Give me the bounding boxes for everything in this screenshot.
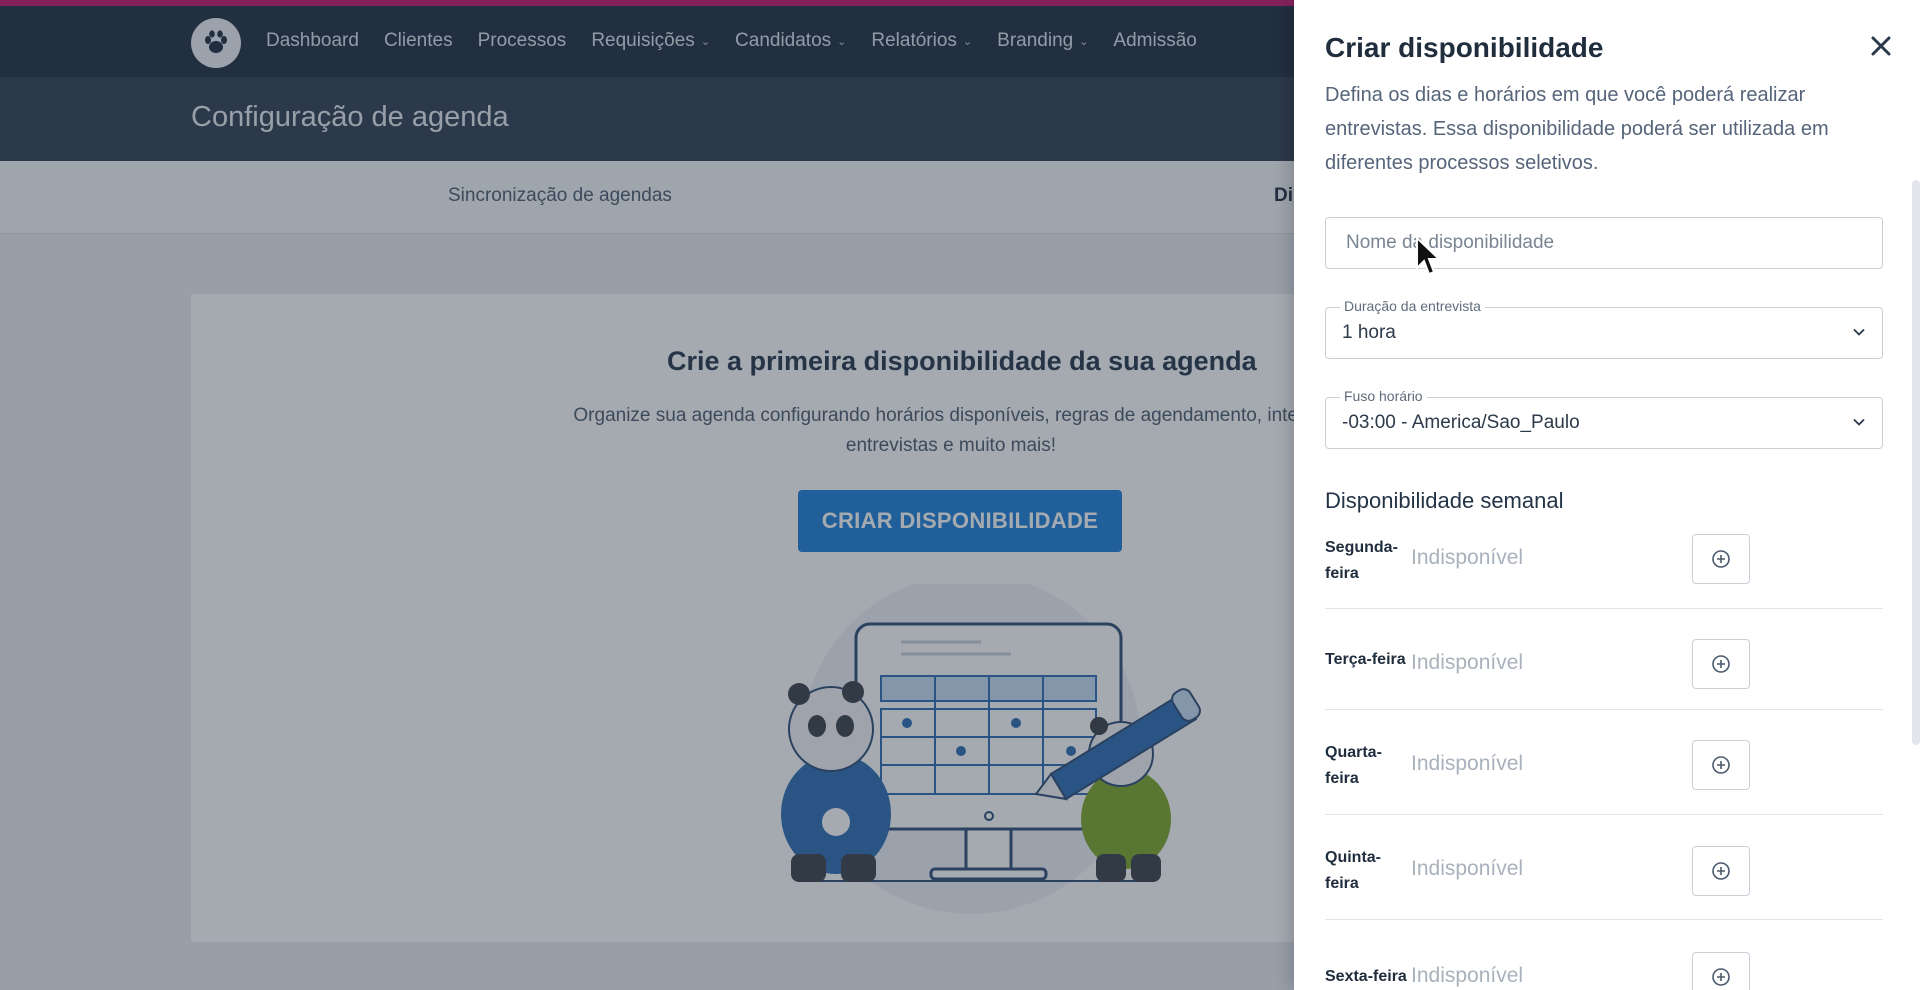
add-circle-icon xyxy=(1712,655,1730,673)
day-name-tuesday: Terça-feira xyxy=(1325,651,1406,668)
add-interval-button-friday[interactable] xyxy=(1692,952,1750,990)
day-row-thursday: Quinta- feira Indisponível xyxy=(1325,815,1883,920)
day-row-wednesday: Quarta- feira Indisponível xyxy=(1325,710,1883,815)
day-row-friday: Sexta-feira Indisponível xyxy=(1325,920,1883,990)
day-status: Indisponível xyxy=(1411,752,1524,775)
day-name-monday: Segunda- feira xyxy=(1325,539,1398,582)
drawer-description: Defina os dias e horários em que você po… xyxy=(1325,84,1829,174)
add-circle-icon xyxy=(1712,550,1730,568)
add-circle-icon xyxy=(1712,756,1730,774)
timezone-select[interactable]: Fuso horário -03:00 - America/Sao_Paulo xyxy=(1325,388,1883,449)
day-status: Indisponível xyxy=(1411,857,1524,880)
day-name-wednesday: Quarta- feira xyxy=(1325,744,1382,787)
day-status: Indisponível xyxy=(1411,651,1524,674)
create-availability-drawer: Criar disponibilidade Defina os dias e h… xyxy=(1294,0,1920,990)
day-name-friday: Sexta-feira xyxy=(1325,968,1407,985)
weekly-availability-title: Disponibilidade semanal xyxy=(1325,488,1564,513)
close-icon[interactable] xyxy=(1865,30,1897,62)
duration-label: Duração da entrevista xyxy=(1340,298,1485,314)
add-interval-button-thursday[interactable] xyxy=(1692,846,1750,896)
timezone-value: -03:00 - America/Sao_Paulo xyxy=(1342,412,1580,433)
add-circle-icon xyxy=(1712,968,1730,986)
duration-select[interactable]: Duração da entrevista 1 hora xyxy=(1325,298,1883,359)
add-interval-button-wednesday[interactable] xyxy=(1692,740,1750,790)
add-interval-button-tuesday[interactable] xyxy=(1692,639,1750,689)
day-status: Indisponível xyxy=(1411,964,1524,987)
day-status: Indisponível xyxy=(1411,546,1524,569)
add-circle-icon xyxy=(1712,862,1730,880)
availability-name-field xyxy=(1325,217,1883,269)
chevron-down-icon xyxy=(1853,418,1865,426)
day-row-monday: Segunda- feira Indisponível xyxy=(1325,532,1883,609)
day-name-thursday: Quinta- feira xyxy=(1325,849,1381,892)
mouse-cursor-icon xyxy=(1416,236,1442,276)
day-row-tuesday: Terça-feira Indisponível xyxy=(1325,609,1883,710)
drawer-scrollbar[interactable] xyxy=(1912,180,1920,745)
duration-value: 1 hora xyxy=(1342,322,1396,343)
availability-name-input[interactable] xyxy=(1326,218,1882,268)
drawer-title: Criar disponibilidade xyxy=(1325,32,1604,63)
timezone-label: Fuso horário xyxy=(1340,388,1427,404)
add-interval-button-monday[interactable] xyxy=(1692,534,1750,584)
chevron-down-icon xyxy=(1853,328,1865,336)
